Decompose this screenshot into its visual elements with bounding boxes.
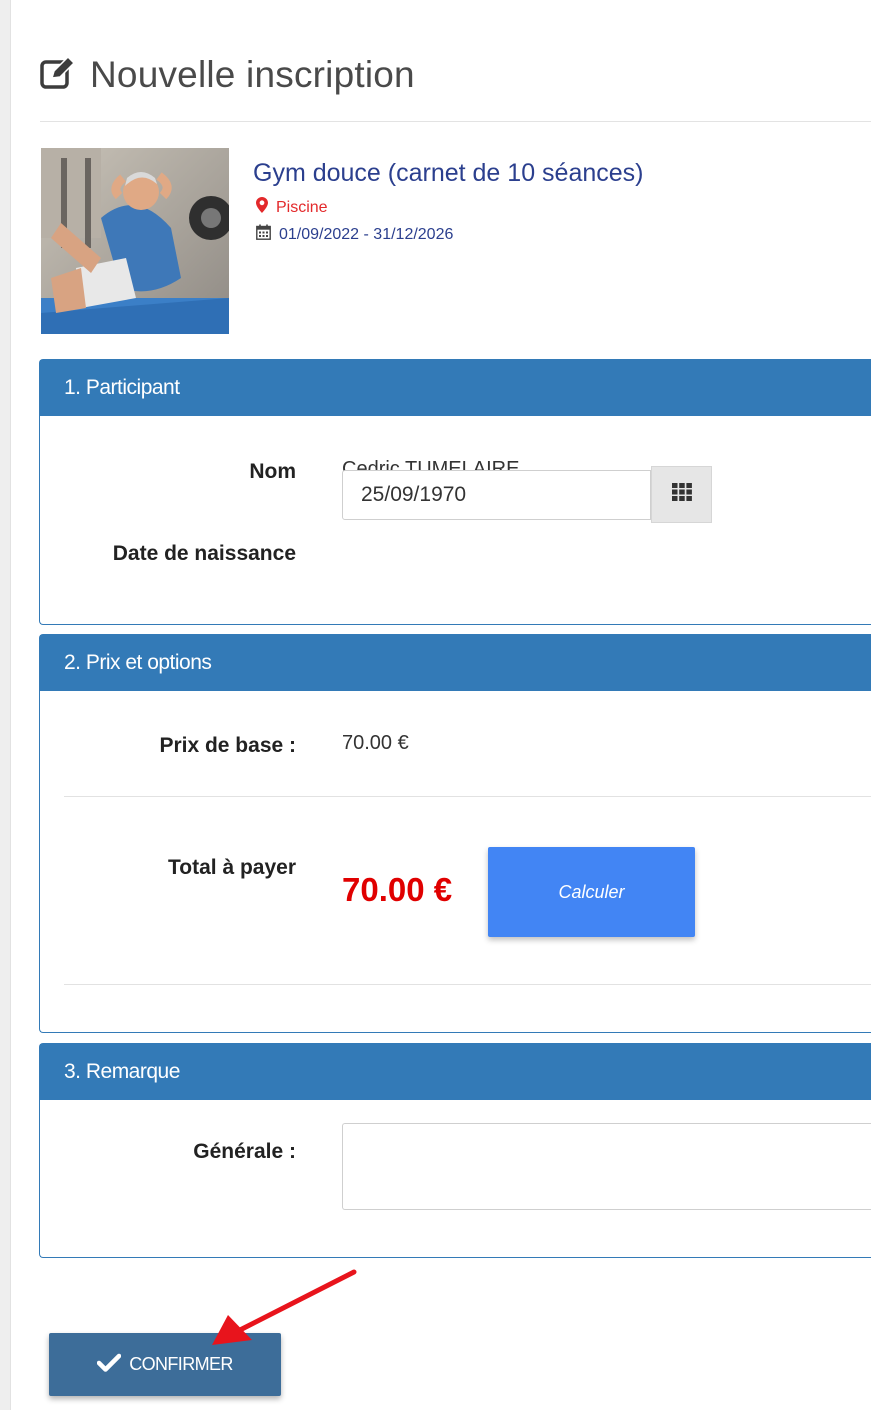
calculate-button[interactable]: Calculer (488, 847, 695, 937)
total-amount: 70.00 € (342, 871, 453, 908)
pricing-panel: 2. Prix et options Prix de base : 70.00 … (39, 634, 871, 1033)
left-edge (0, 0, 11, 1410)
activity-photo (41, 148, 229, 334)
page-title-text: Nouvelle inscription (90, 54, 415, 95)
general-remark-textarea[interactable] (342, 1123, 871, 1210)
pricing-panel-heading: 2. Prix et options (40, 635, 871, 691)
activity-location: Piscine (256, 197, 328, 218)
check-icon (96, 1353, 122, 1377)
birth-date-label: Date de naissance (112, 542, 296, 565)
birth-date-input[interactable] (342, 470, 651, 520)
calendar-grid-icon (671, 483, 692, 506)
page-title: Nouvelle inscription (40, 52, 415, 98)
activity-title[interactable]: Gym douce (carnet de 10 séances) (253, 159, 643, 188)
activity-dates-text: 01/09/2022 - 31/12/2026 (279, 225, 454, 243)
base-price-value: 70.00 € (342, 732, 409, 754)
edit-icon (40, 55, 76, 95)
participant-panel: 1. Participant Nom Cedric TUMELAIRE Date… (39, 359, 871, 625)
remark-panel: 3. Remarque Générale : (39, 1043, 871, 1258)
base-price-label: Prix de base : (159, 734, 296, 757)
participant-panel-heading: 1. Participant (40, 360, 871, 416)
date-picker-button[interactable] (651, 466, 712, 523)
annotation-arrow-shaft (237, 1269, 357, 1333)
map-marker-icon (256, 197, 268, 218)
remark-panel-heading: 3. Remarque (40, 1044, 871, 1100)
calendar-icon (256, 224, 271, 245)
name-label: Nom (249, 460, 296, 483)
confirm-button[interactable]: CONFIRMER (49, 1333, 281, 1396)
title-divider (40, 121, 871, 122)
activity-dates: 01/09/2022 - 31/12/2026 (256, 224, 453, 245)
birth-date-group (342, 466, 712, 523)
pricing-bottom-divider (64, 984, 871, 985)
general-remark-label: Générale : (193, 1140, 296, 1163)
total-label: Total à payer (168, 856, 296, 879)
confirm-button-label: CONFIRMER (129, 1354, 233, 1374)
activity-location-text: Piscine (276, 198, 328, 216)
pricing-divider (64, 796, 871, 797)
